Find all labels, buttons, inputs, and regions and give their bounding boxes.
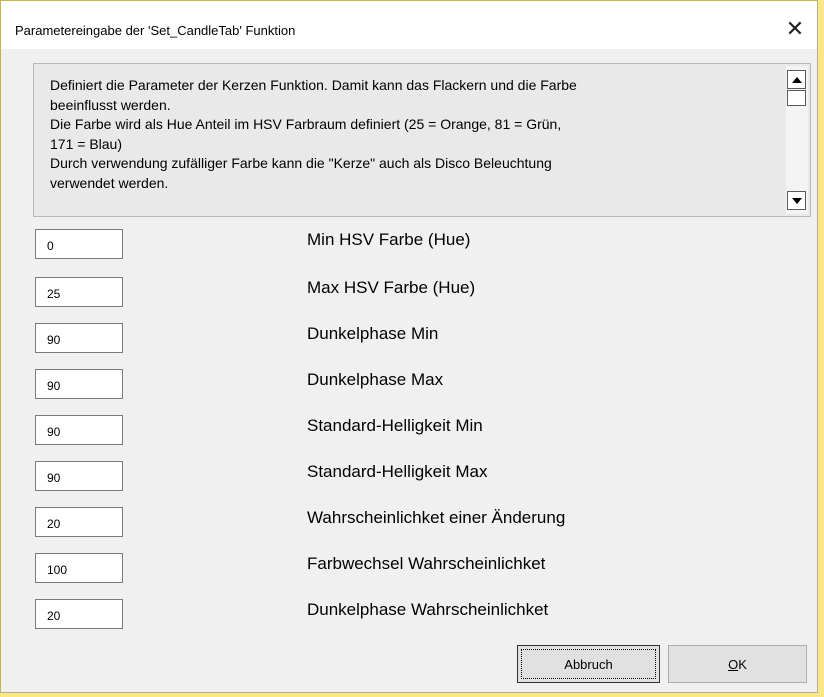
brightness-min-input[interactable] bbox=[35, 415, 123, 445]
color-change-probability-input[interactable] bbox=[35, 553, 123, 583]
brightness-max-label: Standard-Helligkeit Max bbox=[307, 462, 488, 481]
brightness-min-label: Standard-Helligkeit Min bbox=[307, 416, 483, 435]
title-bar[interactable]: Parametereingabe der 'Set_CandleTab' Fun… bbox=[1, 1, 817, 49]
param-row-dark-min: Dunkelphase Min bbox=[1, 323, 817, 353]
ok-button-label: OK bbox=[728, 657, 747, 672]
scrollbar-thumb[interactable] bbox=[787, 90, 806, 106]
cancel-button-label: Abbruch bbox=[564, 656, 613, 672]
min-hue-label: Min HSV Farbe (Hue) bbox=[307, 230, 471, 249]
param-row-brightness-min: Standard-Helligkeit Min bbox=[1, 415, 817, 445]
min-hue-input[interactable] bbox=[35, 229, 123, 259]
dialog-window: Parametereingabe der 'Set_CandleTab' Fun… bbox=[0, 0, 818, 693]
ok-button-label-rest: K bbox=[738, 656, 747, 672]
description-scrollbar[interactable] bbox=[786, 66, 808, 214]
dark-phase-min-input[interactable] bbox=[35, 323, 123, 353]
scroll-up-arrow-icon[interactable] bbox=[787, 70, 806, 89]
param-row-brightness-max: Standard-Helligkeit Max bbox=[1, 461, 817, 491]
description-box: Definiert die Parameter der Kerzen Funkt… bbox=[33, 63, 811, 217]
param-row-color-change-prob: Farbwechsel Wahrscheinlichket bbox=[1, 553, 817, 583]
dark-phase-max-label: Dunkelphase Max bbox=[307, 370, 444, 389]
dark-phase-max-input[interactable] bbox=[35, 369, 123, 399]
scroll-down-arrow-icon[interactable] bbox=[787, 191, 806, 210]
color-change-probability-label: Farbwechsel Wahrscheinlichket bbox=[307, 554, 546, 573]
param-row-min-hue: Min HSV Farbe (Hue) bbox=[1, 229, 817, 259]
dark-phase-probability-label: Dunkelphase Wahrscheinlichket bbox=[307, 600, 549, 619]
ok-button[interactable]: OK bbox=[668, 645, 807, 683]
param-row-change-prob: Wahrscheinlichket einer Änderung bbox=[1, 507, 817, 537]
cancel-button[interactable]: Abbruch bbox=[517, 645, 660, 683]
brightness-max-input[interactable] bbox=[35, 461, 123, 491]
dark-phase-min-label: Dunkelphase Min bbox=[307, 324, 439, 343]
description-text: Definiert die Parameter der Kerzen Funkt… bbox=[50, 77, 577, 191]
dark-phase-probability-input[interactable] bbox=[35, 599, 123, 629]
max-hue-label: Max HSV Farbe (Hue) bbox=[307, 278, 476, 297]
param-row-dark-phase-prob: Dunkelphase Wahrscheinlichket bbox=[1, 599, 817, 629]
ok-button-accelerator: O bbox=[728, 656, 739, 672]
param-row-max-hue: Max HSV Farbe (Hue) bbox=[1, 277, 817, 307]
close-icon[interactable]: ✕ bbox=[773, 11, 817, 47]
param-row-dark-max: Dunkelphase Max bbox=[1, 369, 817, 399]
window-title: Parametereingabe der 'Set_CandleTab' Fun… bbox=[15, 23, 296, 38]
change-probability-input[interactable] bbox=[35, 507, 123, 537]
change-probability-label: Wahrscheinlichket einer Änderung bbox=[307, 508, 566, 527]
max-hue-input[interactable] bbox=[35, 277, 123, 307]
